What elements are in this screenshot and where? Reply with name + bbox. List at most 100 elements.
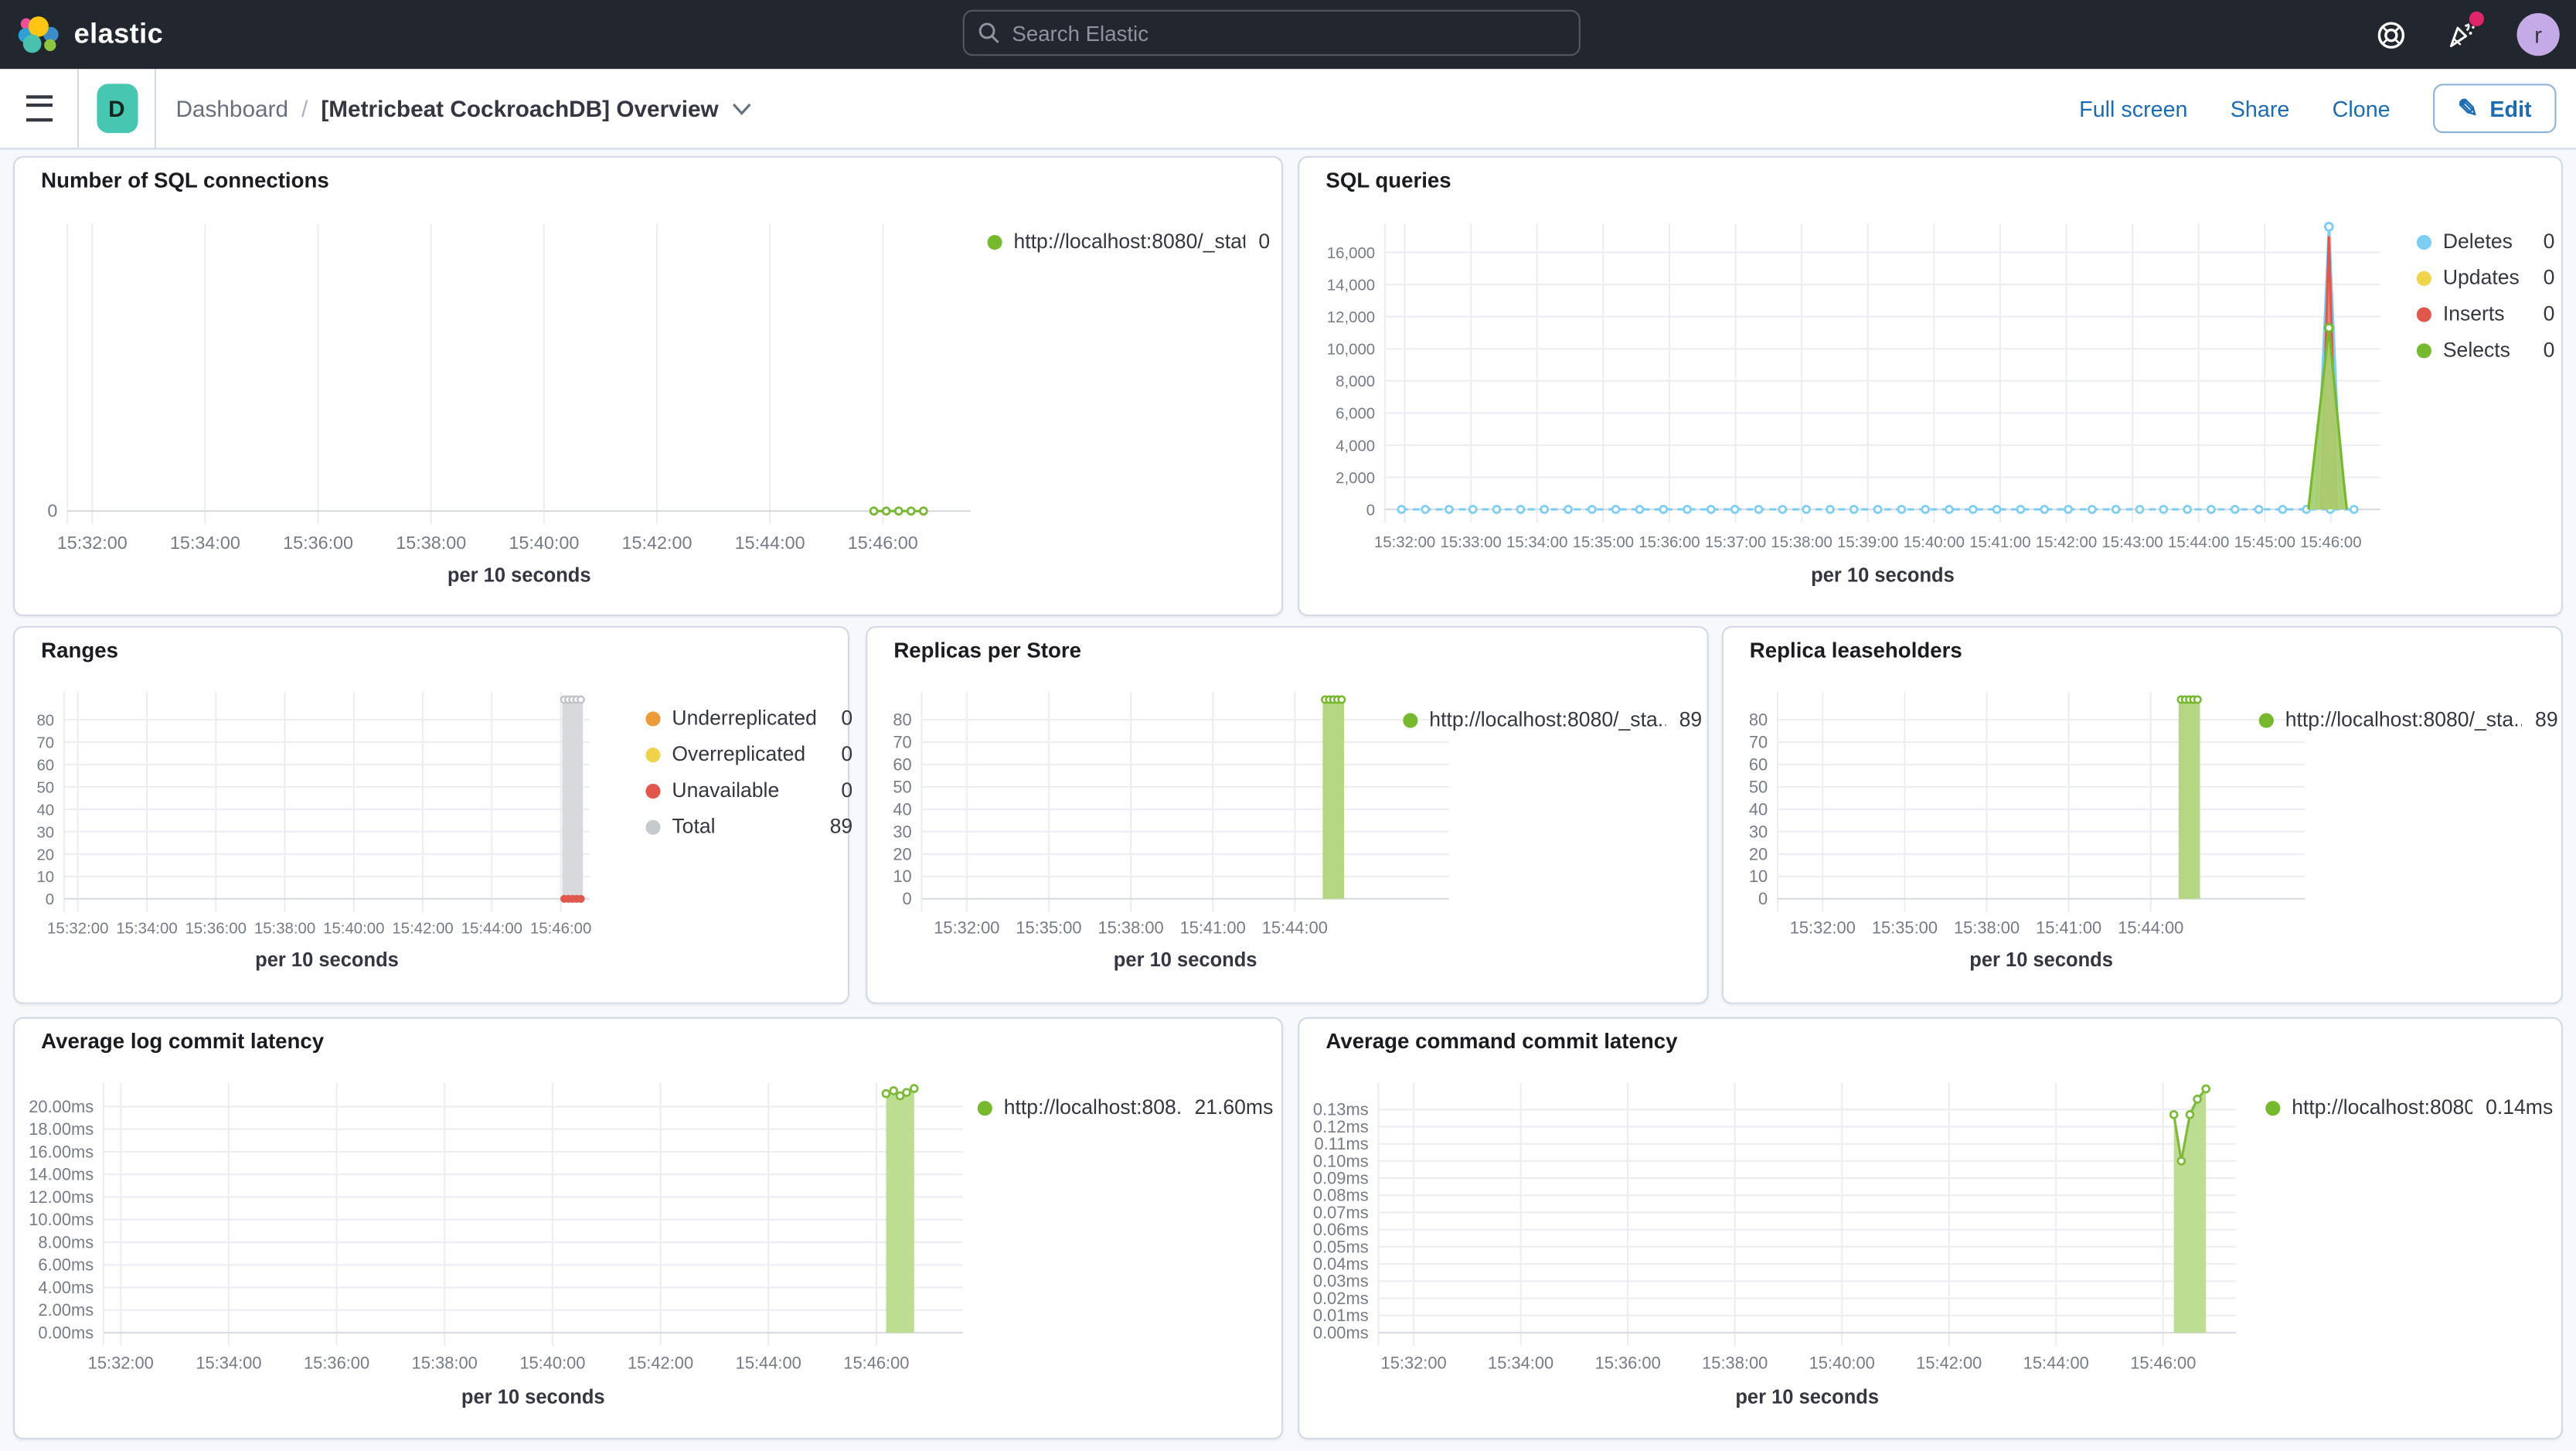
svg-text:4,000: 4,000: [1336, 438, 1375, 455]
svg-text:15:42:00: 15:42:00: [392, 920, 453, 937]
replicas-per-store-chart[interactable]: 15:32:00 15:35:00 15:38:00 15:41:00 15:44:00…: [877, 691, 1462, 1004]
nav-menu-button[interactable]: [0, 69, 80, 148]
panel-title: Average log commit latency: [41, 1028, 325, 1054]
svg-text:10: 10: [1749, 867, 1768, 886]
legend-item[interactable]: Updates 0: [2416, 266, 2554, 289]
svg-text:40: 40: [1749, 799, 1768, 819]
news-feed-button[interactable]: [2445, 11, 2484, 53]
svg-text:15:39:00: 15:39:00: [1837, 534, 1898, 551]
legend-label: Total: [672, 815, 716, 839]
legend-item[interactable]: Deletes 0: [2416, 230, 2555, 254]
full-screen-button[interactable]: Full screen: [2079, 96, 2187, 121]
user-avatar[interactable]: r: [2516, 13, 2560, 56]
svg-text:14.00ms: 14.00ms: [29, 1165, 94, 1184]
svg-text:50: 50: [893, 777, 911, 796]
svg-text:0.00ms: 0.00ms: [1313, 1323, 1369, 1342]
svg-text:15:38:00: 15:38:00: [1098, 918, 1164, 937]
pencil-icon: ✎: [2457, 95, 2479, 124]
svg-text:15:32:00: 15:32:00: [88, 1354, 154, 1373]
svg-text:15:34:00: 15:34:00: [116, 920, 177, 937]
svg-text:0.00ms: 0.00ms: [38, 1323, 94, 1342]
search-icon: [978, 22, 999, 43]
svg-text:15:34:00: 15:34:00: [1488, 1354, 1553, 1373]
svg-text:15:40:00: 15:40:00: [519, 1354, 585, 1373]
legend-item[interactable]: Overreplicated 0: [645, 743, 852, 766]
svg-text:15:34:00: 15:34:00: [196, 1354, 261, 1373]
svg-text:per 10 seconds: per 10 seconds: [1969, 949, 2113, 971]
legend-value: 0: [2543, 230, 2555, 254]
svg-text:8,000: 8,000: [1336, 373, 1375, 390]
legend-color-dot: [977, 1100, 992, 1115]
legend-item[interactable]: Unavailable 0: [645, 779, 852, 802]
chevron-down-icon[interactable]: [732, 101, 754, 116]
legend-item[interactable]: Total 89: [645, 815, 852, 838]
avg-command-commit-latency-chart[interactable]: 15:32:00 15:34:00 15:36:00 15:38:00 15:40:00…: [1312, 1080, 2249, 1438]
svg-text:15:44:00: 15:44:00: [2118, 918, 2183, 937]
replica-leaseholders-chart[interactable]: 15:32:00 15:35:00 15:38:00 15:41:00 15:44:00…: [1734, 691, 2319, 1004]
legend-item[interactable]: http://localhost:808... 21.60ms: [977, 1096, 1273, 1119]
svg-text:15:44:00: 15:44:00: [736, 1354, 801, 1373]
svg-text:15:44:00: 15:44:00: [2168, 534, 2229, 551]
svg-text:15:32:00: 15:32:00: [1790, 918, 1856, 937]
legend-color-dot: [1403, 712, 1418, 727]
svg-text:0: 0: [47, 501, 57, 521]
elastic-logo-icon: [18, 15, 59, 53]
legend-color-dot: [2416, 233, 2431, 250]
panel-title: Replica leaseholders: [1749, 637, 1962, 662]
legend-item[interactable]: Inserts 0: [2416, 302, 2554, 325]
svg-text:4.00ms: 4.00ms: [38, 1278, 94, 1297]
sql-connections-chart[interactable]: 15:32:00 15:34:00 15:36:00 15:38:00 15:40:00…: [15, 215, 1013, 609]
legend-value: 0: [841, 707, 853, 730]
avg-log-commit-latency-chart[interactable]: 15:32:00 15:34:00 15:36:00 15:38:00 15:40:00…: [25, 1080, 976, 1438]
ranges-chart[interactable]: 15:32:00 15:34:00 15:36:00 15:38:00 15:40:00…: [22, 691, 613, 1004]
svg-text:15:37:00: 15:37:00: [1705, 534, 1766, 551]
legend-value: 0: [841, 778, 853, 802]
svg-text:per 10 seconds: per 10 seconds: [1811, 564, 1955, 586]
search-placeholder: Search Elastic: [1012, 20, 1149, 46]
breadcrumb-dashboard-link[interactable]: Dashboard: [175, 95, 288, 121]
svg-text:20: 20: [1749, 844, 1768, 863]
svg-text:15:36:00: 15:36:00: [283, 533, 353, 553]
panel-title: SQL queries: [1325, 167, 1451, 192]
svg-text:15:46:00: 15:46:00: [843, 1354, 909, 1373]
svg-text:8.00ms: 8.00ms: [38, 1232, 94, 1252]
svg-text:15:40:00: 15:40:00: [1809, 1354, 1875, 1373]
legend-item[interactable]: http://localhost:8080/_stat... 0: [987, 230, 1271, 254]
legend-item[interactable]: http://localhost:8080... 0.14ms: [2265, 1096, 2553, 1119]
legend-value: 0: [2543, 338, 2555, 362]
dashboard-toolbar: D Dashboard / [Metricbeat CockroachDB] O…: [0, 69, 2576, 150]
legend-label: http://localhost:8080/_sta...: [1429, 708, 1666, 731]
svg-text:15:40:00: 15:40:00: [1904, 534, 1965, 551]
svg-text:15:36:00: 15:36:00: [1638, 534, 1700, 551]
panel-title: Ranges: [41, 637, 118, 662]
help-button[interactable]: [2372, 16, 2408, 53]
clone-button[interactable]: Clone: [2333, 96, 2391, 121]
svg-text:15:46:00: 15:46:00: [530, 920, 591, 937]
legend-item[interactable]: http://localhost:8080/_sta... 89: [2258, 708, 2558, 731]
edit-button[interactable]: ✎ Edit: [2432, 83, 2557, 134]
legend-value: 0: [1258, 230, 1271, 254]
global-search-input[interactable]: Search Elastic: [962, 9, 1581, 56]
svg-text:60: 60: [1749, 754, 1768, 774]
svg-text:20: 20: [893, 844, 911, 863]
svg-text:12,000: 12,000: [1327, 309, 1375, 326]
share-button[interactable]: Share: [2231, 96, 2290, 121]
svg-text:per 10 seconds: per 10 seconds: [255, 949, 399, 971]
sql-queries-chart[interactable]: 15:32:00 15:33:00 15:34:00 15:35:00 15:36:00…: [1312, 215, 2410, 609]
space-selector[interactable]: D: [79, 69, 156, 148]
legend-item[interactable]: Selects 0: [2416, 338, 2555, 362]
svg-text:15:32:00: 15:32:00: [934, 918, 999, 937]
legend-item[interactable]: Underreplicated 0: [645, 707, 852, 730]
breadcrumb: Dashboard / [Metricbeat CockroachDB] Ove…: [156, 95, 753, 121]
svg-text:15:36:00: 15:36:00: [185, 920, 247, 937]
svg-text:40: 40: [893, 799, 911, 819]
svg-text:20: 20: [36, 846, 54, 863]
legend-item[interactable]: http://localhost:8080/_sta... 89: [1403, 708, 1702, 731]
elastic-logo[interactable]: elastic: [0, 12, 312, 56]
svg-text:15:46:00: 15:46:00: [2300, 534, 2361, 551]
svg-text:15:41:00: 15:41:00: [1180, 918, 1246, 937]
svg-text:70: 70: [1749, 732, 1768, 751]
notification-dot: [2469, 11, 2484, 27]
svg-text:15:44:00: 15:44:00: [1262, 918, 1328, 937]
panel-average-command-commit-latency: Average command commit latency 15:32:00 1…: [1298, 1017, 2563, 1440]
